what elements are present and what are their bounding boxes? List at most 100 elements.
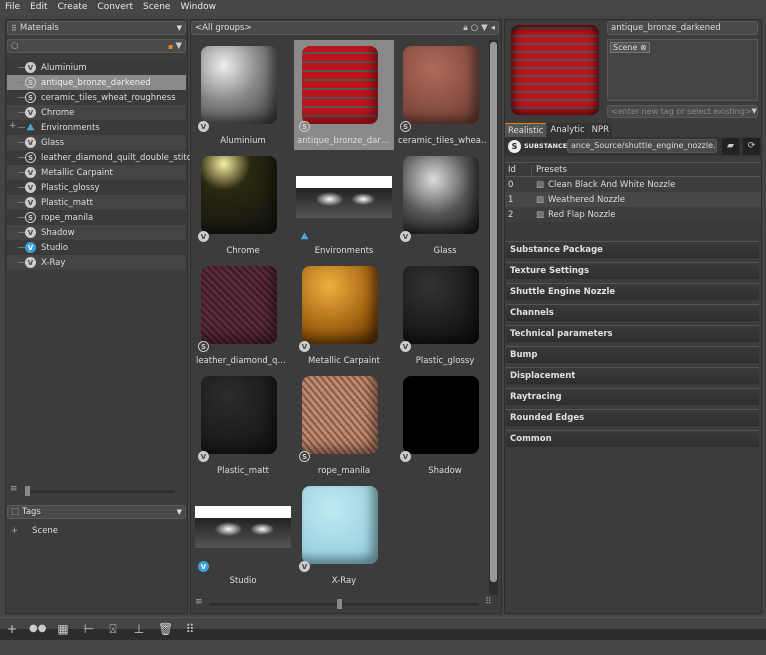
tree-item[interactable]: Sceramic_tiles_wheat_roughness	[7, 90, 186, 105]
delete-icon[interactable]: 🗑︎	[158, 622, 173, 636]
tree-item[interactable]: V Chrome	[7, 105, 186, 120]
section-technical-parameters[interactable]: Technical parameters	[506, 325, 759, 342]
section-raytracing[interactable]: Raytracing	[506, 388, 759, 405]
material-thumbnail[interactable]: V Shadow	[395, 370, 487, 480]
material-name-field[interactable]: antique_bronze_darkened	[607, 21, 758, 35]
preset-row[interactable]: 2 ▨ Red Flap Nozzle	[505, 207, 761, 222]
menu-edit[interactable]: Edit	[25, 0, 52, 16]
material-thumbnail[interactable]: V X-Ray	[294, 480, 394, 590]
chevron-down-icon[interactable]: ▼	[751, 107, 756, 116]
remove-icon[interactable]: ⊗	[640, 43, 647, 52]
tab-realistic[interactable]: Realistic	[505, 123, 547, 138]
tree-item[interactable]: V Studio	[7, 240, 186, 255]
material-thumbnail[interactable]: V Aluminium	[193, 40, 293, 150]
material-thumbnail[interactable]: ⛰ Environments	[294, 150, 394, 260]
expand-icon[interactable]: +	[9, 121, 17, 131]
substance-row: S SUBSTANCE ance_Source/shuttle_engine_n…	[505, 137, 761, 156]
preset-row[interactable]: 0 ▨ Clean Black And White Nozzle	[505, 177, 761, 192]
reload-button[interactable]: ⟳	[743, 138, 760, 155]
group-select[interactable]: <All groups> 🔒︎ ○ ▼ ◂	[191, 21, 499, 35]
grid-zoom-slider[interactable]: ≡ ⠿	[195, 597, 495, 609]
menu-scene[interactable]: Scene	[138, 0, 175, 16]
tree-item[interactable]: V Aluminium	[7, 60, 186, 75]
menu-create[interactable]: Create	[53, 0, 93, 16]
thumbnail-label: Plastic_matt	[217, 466, 269, 476]
section-bump[interactable]: Bump	[506, 346, 759, 363]
material-thumbnail[interactable]: Santique_bronze_darkened	[294, 40, 394, 150]
open-folder-button[interactable]: ▰	[722, 138, 739, 155]
section-shuttle-engine-nozzle[interactable]: Shuttle Engine Nozzle	[506, 283, 759, 300]
menu-window[interactable]: Window	[175, 0, 221, 16]
filter-icon[interactable]: ▼	[175, 41, 182, 51]
tab-analytic[interactable]: Analytic	[547, 123, 588, 138]
tree-item[interactable]: Sleather_diamond_quilt_double_stitch	[7, 150, 197, 165]
menu-convert[interactable]: Convert	[92, 0, 138, 16]
tree-item[interactable]: V Plastic_matt	[7, 195, 186, 210]
purge-icon[interactable]: ⠿	[183, 622, 197, 636]
material-thumbnail[interactable]: V Plastic_matt	[193, 370, 293, 480]
library-select-value: Materials	[19, 23, 59, 33]
tree-item[interactable]: V Shadow	[7, 225, 186, 240]
tree-zoom-slider[interactable]: ≡	[10, 484, 180, 496]
grid-scrollbar[interactable]	[489, 40, 498, 595]
material-thumbnail[interactable]: Sleather_diamond_quilt_double_stitch	[193, 260, 293, 370]
select-in-grid-icon[interactable]: ▦	[56, 622, 70, 636]
material-thumbnail[interactable]: V Chrome	[193, 150, 293, 260]
group-icon[interactable]: ●●	[29, 622, 46, 636]
tree-item[interactable]: V Metallic Carpaint	[7, 165, 186, 180]
tree-item[interactable]: + ⛰ Environments	[7, 120, 186, 135]
material-thumbnail[interactable]: V Plastic_glossy	[395, 260, 487, 370]
tags-select[interactable]: ⬚ Tags ▼	[7, 505, 186, 519]
tree-item[interactable]: V X-Ray	[7, 255, 186, 270]
library-select[interactable]: ⠿ Materials ▼	[7, 21, 186, 35]
tag-input[interactable]: <enter new tag or select existing> ▼	[607, 105, 758, 118]
material-thumbnail[interactable]: V Studio	[193, 480, 293, 590]
id-column-header[interactable]: Id	[505, 164, 532, 175]
tag-icon[interactable]: ◂	[491, 23, 495, 33]
menu-file[interactable]: File	[0, 0, 25, 16]
vray-icon: V	[25, 107, 36, 118]
substance-icon: S	[25, 212, 36, 223]
tree-item[interactable]: Srope_manila	[7, 210, 186, 225]
material-thumbnail[interactable]: Sceramic_tiles_wheat_roughness	[395, 40, 487, 150]
tab-npr[interactable]: NPR	[588, 123, 613, 138]
tree-item-label: Studio	[41, 242, 69, 253]
substance-logo-icon: S	[508, 140, 521, 153]
clean-up-icon[interactable]: ⊥	[132, 622, 146, 636]
hierarchy-icon[interactable]: ▪	[168, 42, 173, 51]
material-preview	[302, 266, 378, 344]
section-texture-settings[interactable]: Texture Settings	[506, 262, 759, 279]
tree-item[interactable]: Santique_bronze_darkened	[7, 75, 186, 90]
material-preview	[302, 486, 378, 564]
presets-table: Id Presets 0 ▨ Clean Black And White Nozzl…	[505, 162, 761, 239]
pick-material-icon[interactable]: ⍓	[106, 622, 120, 636]
tree-item[interactable]: V Glass	[7, 135, 186, 150]
preset-row[interactable]: 1 ▨ Weathered Nozzle	[505, 192, 761, 207]
search-icon[interactable]: ○	[471, 23, 478, 33]
material-thumbnail[interactable]: V Metallic Carpaint	[294, 260, 394, 370]
thumbnail-label: Metallic Carpaint	[308, 356, 380, 366]
scrollbar-thumb[interactable]	[490, 42, 497, 582]
sbsar-path-field[interactable]: ance_Source/shuttle_engine_nozzle.sbsar	[567, 139, 717, 153]
tree-item[interactable]: V Plastic_glossy	[7, 180, 186, 195]
tag-chip-scene[interactable]: Scene ⊗	[610, 42, 650, 53]
assign-icon[interactable]: ⊢	[82, 622, 96, 636]
tree-item-label: Metallic Carpaint	[41, 167, 113, 178]
filter-icon[interactable]: ▼	[481, 23, 488, 33]
material-thumbnail[interactable]: Srope_manila	[294, 370, 394, 480]
presets-column-header[interactable]: Presets	[532, 165, 567, 175]
tag-tree-item-scene[interactable]: + Scene	[11, 526, 58, 536]
search-input[interactable]: ○ ▪ ▼	[7, 39, 186, 53]
expand-icon[interactable]: +	[11, 526, 18, 536]
material-thumbnail[interactable]: V Glass	[395, 150, 487, 260]
material-preview	[403, 266, 479, 344]
section-substance-package[interactable]: Substance Package	[506, 241, 759, 258]
add-icon[interactable]: +	[5, 622, 19, 636]
section-channels[interactable]: Channels	[506, 304, 759, 321]
section-rounded-edges[interactable]: Rounded Edges	[506, 409, 759, 426]
section-displacement[interactable]: Displacement	[506, 367, 759, 384]
thumbnail-label: Plastic_glossy	[415, 356, 475, 366]
section-common[interactable]: Common	[506, 430, 759, 447]
vray-icon: V	[25, 137, 36, 148]
lock-icon[interactable]: 🔒︎	[463, 23, 468, 33]
